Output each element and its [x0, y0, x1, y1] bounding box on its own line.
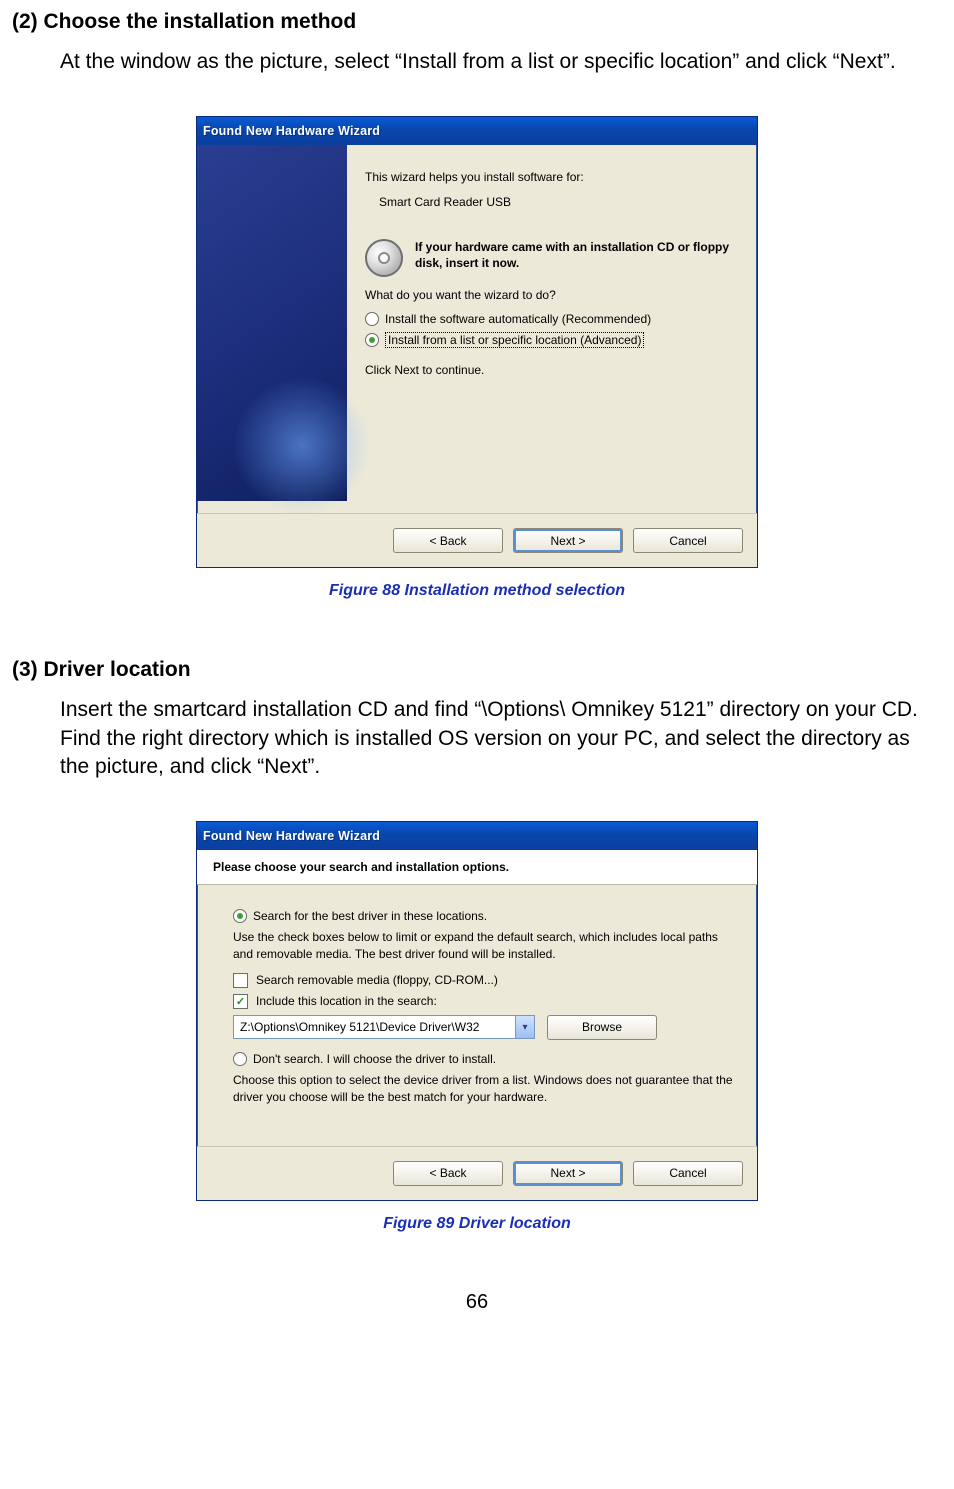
- dont-search-help-text: Choose this option to select the device …: [233, 1072, 733, 1106]
- dialog1-question: What do you want the wizard to do?: [365, 287, 739, 304]
- location-path-value: Z:\Options\Omnikey 5121\Device Driver\W3…: [234, 1020, 515, 1034]
- dialog1-continue: Click Next to continue.: [365, 362, 739, 379]
- wizard-dialog-2: Found New Hardware Wizard Please choose …: [196, 821, 758, 1200]
- radio-dot: [365, 312, 379, 326]
- checkbox-box: [233, 973, 248, 988]
- dialog2-subheader: Please choose your search and installati…: [197, 850, 757, 885]
- radio-dot: [233, 1052, 247, 1066]
- back-button[interactable]: < Back: [393, 1161, 503, 1186]
- dialog1-titlebar: Found New Hardware Wizard: [197, 117, 757, 145]
- radio-install-auto[interactable]: Install the software automatically (Reco…: [365, 312, 739, 326]
- location-path-dropdown[interactable]: Z:\Options\Omnikey 5121\Device Driver\W3…: [233, 1015, 535, 1039]
- back-button[interactable]: < Back: [393, 528, 503, 553]
- radio-dont-search[interactable]: Don't search. I will choose the driver t…: [233, 1052, 733, 1066]
- cancel-button-label: Cancel: [669, 534, 706, 548]
- dialog1-insert-cd-text: If your hardware came with an installati…: [415, 239, 739, 271]
- next-button-label: Next >: [550, 534, 585, 548]
- dialog1-device-name: Smart Card Reader USB: [379, 194, 739, 211]
- figure-89-caption: Figure 89 Driver location: [12, 1215, 942, 1233]
- browse-button[interactable]: Browse: [547, 1015, 657, 1040]
- checkbox-removable-media[interactable]: Search removable media (floppy, CD-ROM..…: [233, 973, 733, 988]
- checkbox-include-label: Include this location in the search:: [256, 994, 437, 1008]
- dialog1-button-row: < Back Next > Cancel: [197, 513, 757, 567]
- cancel-button-label: Cancel: [669, 1166, 706, 1180]
- section-3-title: (3) Driver location: [12, 658, 942, 682]
- radio-install-from-list[interactable]: Install from a list or specific location…: [365, 332, 739, 348]
- dialog2-subheader-text: Please choose your search and installati…: [213, 860, 741, 874]
- page-number: 66: [12, 1291, 942, 1314]
- dialog2-titlebar: Found New Hardware Wizard: [197, 822, 757, 850]
- checkbox-removable-label: Search removable media (floppy, CD-ROM..…: [256, 973, 498, 987]
- radio-dot: [233, 909, 247, 923]
- checkbox-box-checked: [233, 994, 248, 1009]
- section-2-body: At the window as the picture, select “In…: [60, 48, 930, 76]
- radio-search-best-label: Search for the best driver in these loca…: [253, 909, 487, 923]
- radio-install-from-list-label: Install from a list or specific location…: [385, 332, 644, 348]
- chevron-down-icon[interactable]: ▾: [515, 1016, 534, 1038]
- radio-search-best[interactable]: Search for the best driver in these loca…: [233, 909, 733, 923]
- next-button-label: Next >: [550, 1166, 585, 1180]
- section-2-title: (2) Choose the installation method: [12, 10, 942, 34]
- dialog2-title: Found New Hardware Wizard: [203, 829, 380, 843]
- wizard-dialog-1: Found New Hardware Wizard This wizard he…: [196, 116, 758, 568]
- dialog1-sidebar-graphic: [197, 145, 347, 501]
- next-button[interactable]: Next >: [513, 1161, 623, 1186]
- next-button[interactable]: Next >: [513, 528, 623, 553]
- cd-icon: [365, 239, 403, 277]
- back-button-label: < Back: [429, 534, 466, 548]
- radio-install-auto-label: Install the software automatically (Reco…: [385, 312, 651, 326]
- figure-88-caption: Figure 88 Installation method selection: [12, 582, 942, 600]
- checkbox-include-location[interactable]: Include this location in the search:: [233, 994, 733, 1009]
- section-3-body: Insert the smartcard installation CD and…: [60, 696, 930, 781]
- cancel-button[interactable]: Cancel: [633, 1161, 743, 1186]
- search-help-text: Use the check boxes below to limit or ex…: [233, 929, 733, 963]
- radio-dot: [365, 333, 379, 347]
- cancel-button[interactable]: Cancel: [633, 528, 743, 553]
- dialog1-intro: This wizard helps you install software f…: [365, 169, 739, 186]
- back-button-label: < Back: [429, 1166, 466, 1180]
- dialog2-button-row: < Back Next > Cancel: [197, 1146, 757, 1200]
- browse-button-label: Browse: [582, 1020, 622, 1034]
- dialog1-title: Found New Hardware Wizard: [203, 124, 380, 138]
- radio-dont-search-label: Don't search. I will choose the driver t…: [253, 1052, 496, 1066]
